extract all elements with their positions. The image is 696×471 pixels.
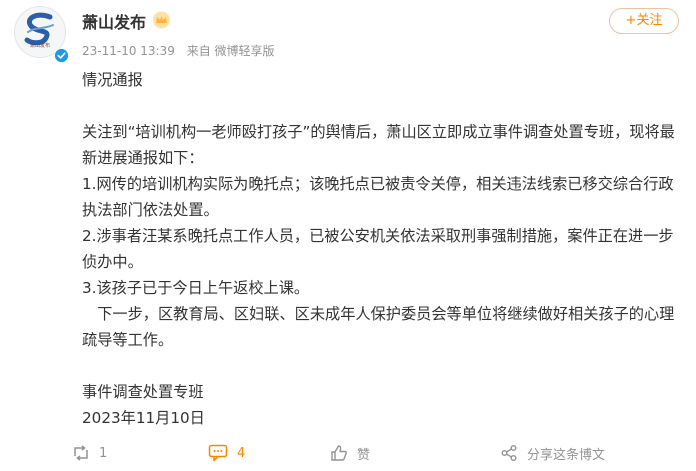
post-meta: 23-11-10 13:39 来自 微博轻享版 (82, 42, 275, 59)
repost-icon (74, 445, 88, 461)
like-label: 赞 (357, 447, 371, 463)
share-icon (501, 445, 517, 461)
author-name[interactable]: 萧山发布 (82, 9, 146, 33)
post-paragraph: 关注到“培训机构一老师殴打孩子”的舆情后，萧山区立即成立事件调查处置专班，现将最… (82, 123, 675, 167)
action-bar: 1 4 赞 分享这条博文 (0, 441, 696, 471)
post-content: 情况通报 关注到“培训机构一老师殴打孩子”的舆情后，萧山区立即成立事件调查处置专… (82, 67, 682, 431)
comment-count: 4 (237, 445, 246, 461)
post-title: 情况通报 (82, 71, 143, 89)
post-date: 2023年11月10日 (82, 409, 205, 427)
like-icon (331, 445, 347, 461)
comment-button[interactable]: 4 (208, 441, 245, 465)
repost-button[interactable]: 1 (72, 441, 107, 465)
post-paragraph: 下一步，区教育局、区妇联、区未成年人保护委员会等单位将继续做好相关孩子的心理疏导… (82, 305, 675, 349)
member-badge (152, 11, 171, 29)
verified-icon (54, 48, 69, 63)
verified-badge (54, 48, 69, 63)
crown-icon (153, 11, 170, 29)
share-label: 分享这条博文 (527, 447, 606, 463)
post-signature: 事件调查处置专班 (82, 383, 204, 401)
post-paragraph: 1.网传的培训机构实际为晚托点；该晚托点已被责令关停，相关违法线索已移交综合行政… (82, 175, 674, 219)
follow-button[interactable]: +关注 (609, 8, 679, 34)
repost-count: 1 (99, 445, 108, 461)
comment-icon (208, 444, 228, 462)
post-paragraph: 2.涉事者汪某系晚托点工作人员，已被公安机关依法采取刑事强制措施，案件正在进一步… (82, 227, 674, 271)
share-button[interactable]: 分享这条博文 (500, 441, 605, 465)
post-source: 来自 微博轻享版 (186, 44, 275, 58)
post-paragraph: 3.该孩子已于今日上午返校上课。 (82, 279, 310, 297)
like-button[interactable]: 赞 (330, 441, 370, 465)
post-time[interactable]: 23-11-10 13:39 (82, 44, 175, 58)
